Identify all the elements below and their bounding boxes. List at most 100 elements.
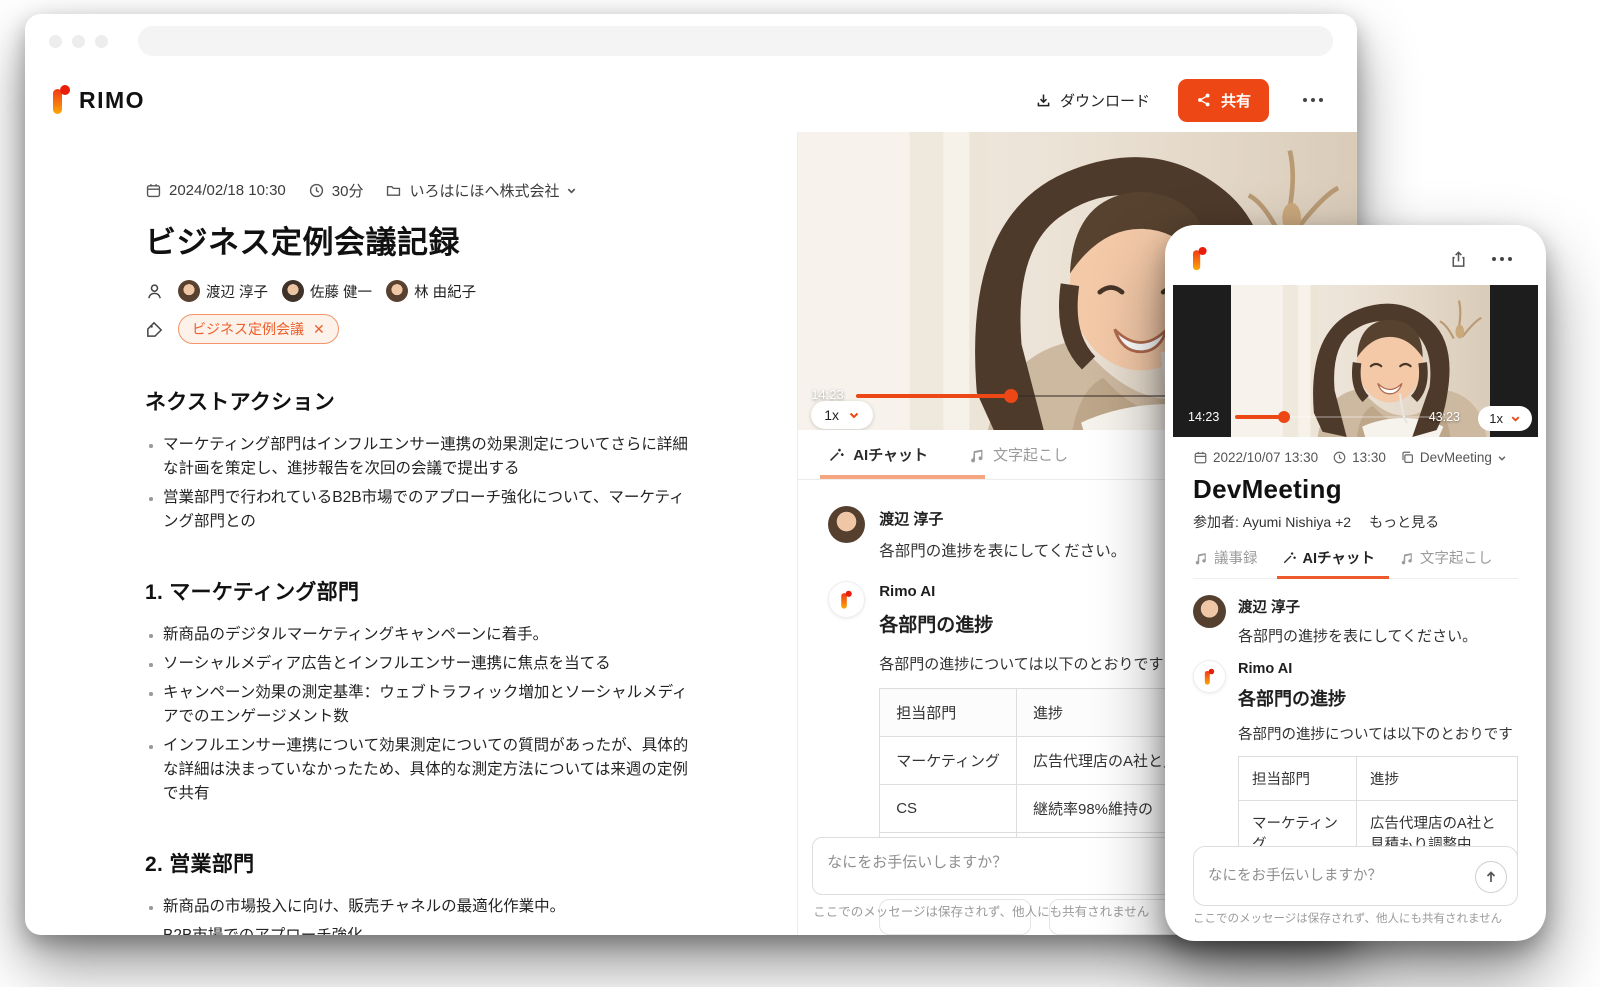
- playback-speed-button[interactable]: 1x: [811, 401, 873, 429]
- chevron-down-icon: [848, 409, 860, 421]
- active-tab-indicator: [1277, 576, 1389, 579]
- privacy-note: ここでのメッセージは保存されず、他人にも共有されません: [813, 901, 1149, 920]
- folder-icon: [385, 182, 402, 199]
- clock-icon: [1332, 450, 1347, 465]
- tab-transcript[interactable]: 文字起こし: [968, 444, 1068, 465]
- avatar: [178, 280, 200, 302]
- browser-chrome: [25, 14, 1357, 68]
- rimo-ai-avatar: [1193, 660, 1226, 693]
- bullet-item: インフルエンサー連携について効果測定についての質問があったが、具体的な詳細は決ま…: [145, 734, 697, 806]
- tag-icon: [145, 320, 164, 339]
- playback-speed-button[interactable]: 1x: [1478, 406, 1532, 431]
- send-button[interactable]: [1475, 861, 1507, 893]
- calendar-icon: [145, 182, 162, 199]
- mobile-chat-area: 渡辺 淳子 各部門の進捗を表にしてください。 Rimo AI 各部門の進捗 各部…: [1193, 579, 1518, 888]
- mobile-tabs: 議事録 AIチャット 文字起こし: [1193, 547, 1518, 579]
- meeting-date: 2024/02/18 10:30: [145, 182, 286, 199]
- seek-handle[interactable]: [1278, 411, 1290, 423]
- rimo-logo[interactable]: RIMO: [53, 85, 145, 115]
- rimo-logo-icon: [1205, 668, 1214, 685]
- current-time-label: 14:23: [811, 387, 844, 402]
- rimo-logo-icon: [841, 590, 852, 609]
- music-note-icon: [968, 446, 985, 463]
- rimo-logo-text: RIMO: [79, 87, 145, 114]
- share-icon: [1196, 92, 1212, 108]
- section-marketing: 1. マーケティング部門 新商品のデジタルマーケティングキャンペーンに着手。 ソ…: [145, 576, 697, 806]
- rimo-logo-icon: [53, 85, 70, 115]
- mobile-video-player[interactable]: 14:23 43:23 1x: [1173, 285, 1538, 437]
- bullet-item: 営業部門で行われているB2B市場でのアプローチ強化について、マーケティング部門と…: [145, 486, 697, 534]
- participant[interactable]: 佐藤 健一: [282, 280, 372, 302]
- tab-transcript[interactable]: 文字起こし: [1399, 547, 1493, 568]
- user-message: 渡辺 淳子 各部門の進捗を表にしてください。: [1193, 595, 1518, 646]
- person-icon: [145, 282, 164, 301]
- bullet-item: 新商品のデジタルマーケティングキャンペーンに着手。: [145, 623, 697, 647]
- ai-answer-body: 各部門の進捗については以下のとおりです: [1238, 723, 1518, 744]
- bullet-item: 新商品の市場投入に向け、販売チャネルの最適化作業中。: [145, 895, 697, 919]
- section-heading: ネクストアクション: [145, 386, 697, 416]
- participant[interactable]: 渡辺 淳子: [178, 280, 268, 302]
- more-menu-button[interactable]: [1486, 251, 1518, 267]
- tab-ai-chat[interactable]: AIチャット: [1282, 547, 1375, 568]
- total-time-label: 43:23: [1429, 410, 1460, 424]
- page-title: DevMeeting: [1193, 474, 1518, 505]
- page-title: ビジネス定例会議記録: [145, 217, 697, 262]
- show-more-link[interactable]: もっと見る: [1369, 512, 1439, 532]
- magic-wand-icon: [1282, 550, 1297, 565]
- avatar: [828, 506, 865, 543]
- meeting-date: 2022/10/07 13:30: [1193, 450, 1318, 465]
- mobile-app-header: [1173, 233, 1538, 285]
- table-header: 担当部門: [880, 689, 1017, 737]
- meeting-document: 2024/02/18 10:30 30分 いろはにほへ株式会社: [25, 132, 797, 935]
- export-icon[interactable]: [1449, 250, 1468, 269]
- message-author: 渡辺 淳子: [1238, 596, 1477, 617]
- section-heading: 2. 営業部門: [145, 848, 697, 878]
- message-text: 各部門の進捗を表にしてください。: [1238, 625, 1477, 646]
- avatar: [282, 280, 304, 302]
- active-tab-indicator: [820, 475, 985, 479]
- url-bar[interactable]: [138, 26, 1333, 56]
- participants-row: 渡辺 淳子 佐藤 健一 林 由紀子: [145, 280, 697, 302]
- seek-bar[interactable]: [1235, 416, 1445, 418]
- copy-icon: [1400, 450, 1415, 465]
- music-note-icon: [1399, 550, 1414, 565]
- download-icon: [1035, 92, 1052, 109]
- remove-tag-icon[interactable]: ✕: [313, 321, 325, 338]
- ai-answer-heading: 各部門の進捗: [1238, 685, 1518, 711]
- bullet-item: マーケティング部門はインフルエンサー連携の効果測定についてさらに詳細な計画を策定…: [145, 433, 697, 481]
- participant[interactable]: 林 由紀子: [386, 280, 476, 302]
- message-text: 各部門の進捗を表にしてください。: [879, 539, 1126, 561]
- mobile-device: 14:23 43:23 1x 2022/10/07 13:30: [1165, 225, 1546, 941]
- download-label: ダウンロード: [1060, 90, 1150, 111]
- section-sales: 2. 営業部門 新商品の市場投入に向け、販売チャネルの最適化作業中。 B2B市場…: [145, 848, 697, 935]
- window-control-dot[interactable]: [49, 35, 62, 48]
- rimo-logo-icon[interactable]: [1193, 247, 1207, 271]
- tag-label: ビジネス定例会議: [192, 319, 304, 339]
- calendar-icon: [1193, 450, 1208, 465]
- music-note-icon: [1193, 550, 1208, 565]
- table-header: 進捗: [1357, 757, 1518, 801]
- window-control-dot[interactable]: [72, 35, 85, 48]
- share-label: 共有: [1221, 90, 1251, 111]
- tab-ai-chat[interactable]: AIチャット: [828, 444, 928, 465]
- window-control-dot[interactable]: [95, 35, 108, 48]
- chevron-down-icon: [566, 185, 577, 196]
- more-menu-button[interactable]: [1297, 92, 1329, 108]
- meeting-tag[interactable]: ビジネス定例会議 ✕: [178, 314, 339, 344]
- bullet-item: ソーシャルメディア広告とインフルエンサー連携に焦点を当てる: [145, 652, 697, 676]
- download-button[interactable]: ダウンロード: [1035, 90, 1150, 111]
- chevron-down-icon: [1497, 453, 1507, 463]
- chat-input[interactable]: [1194, 847, 1517, 905]
- message-author: 渡辺 淳子: [879, 508, 1126, 529]
- app-header: RIMO ダウンロード 共有: [25, 68, 1357, 132]
- tab-minutes[interactable]: 議事録: [1193, 547, 1258, 568]
- current-time-label: 14:23: [1188, 410, 1219, 424]
- section-next-actions: ネクストアクション マーケティング部門はインフルエンサー連携の効果測定についてさ…: [145, 386, 697, 534]
- folder-selector[interactable]: DevMeeting: [1400, 450, 1507, 465]
- bullet-item: キャンペーン効果の測定基準：ウェブトラフィック増加とソーシャルメディアでのエンゲ…: [145, 681, 697, 729]
- magic-wand-icon: [828, 446, 845, 463]
- meeting-duration: 30分: [308, 180, 364, 201]
- share-button[interactable]: 共有: [1178, 79, 1269, 122]
- avatar: [1193, 595, 1226, 628]
- folder-selector[interactable]: いろはにほへ株式会社: [385, 180, 577, 201]
